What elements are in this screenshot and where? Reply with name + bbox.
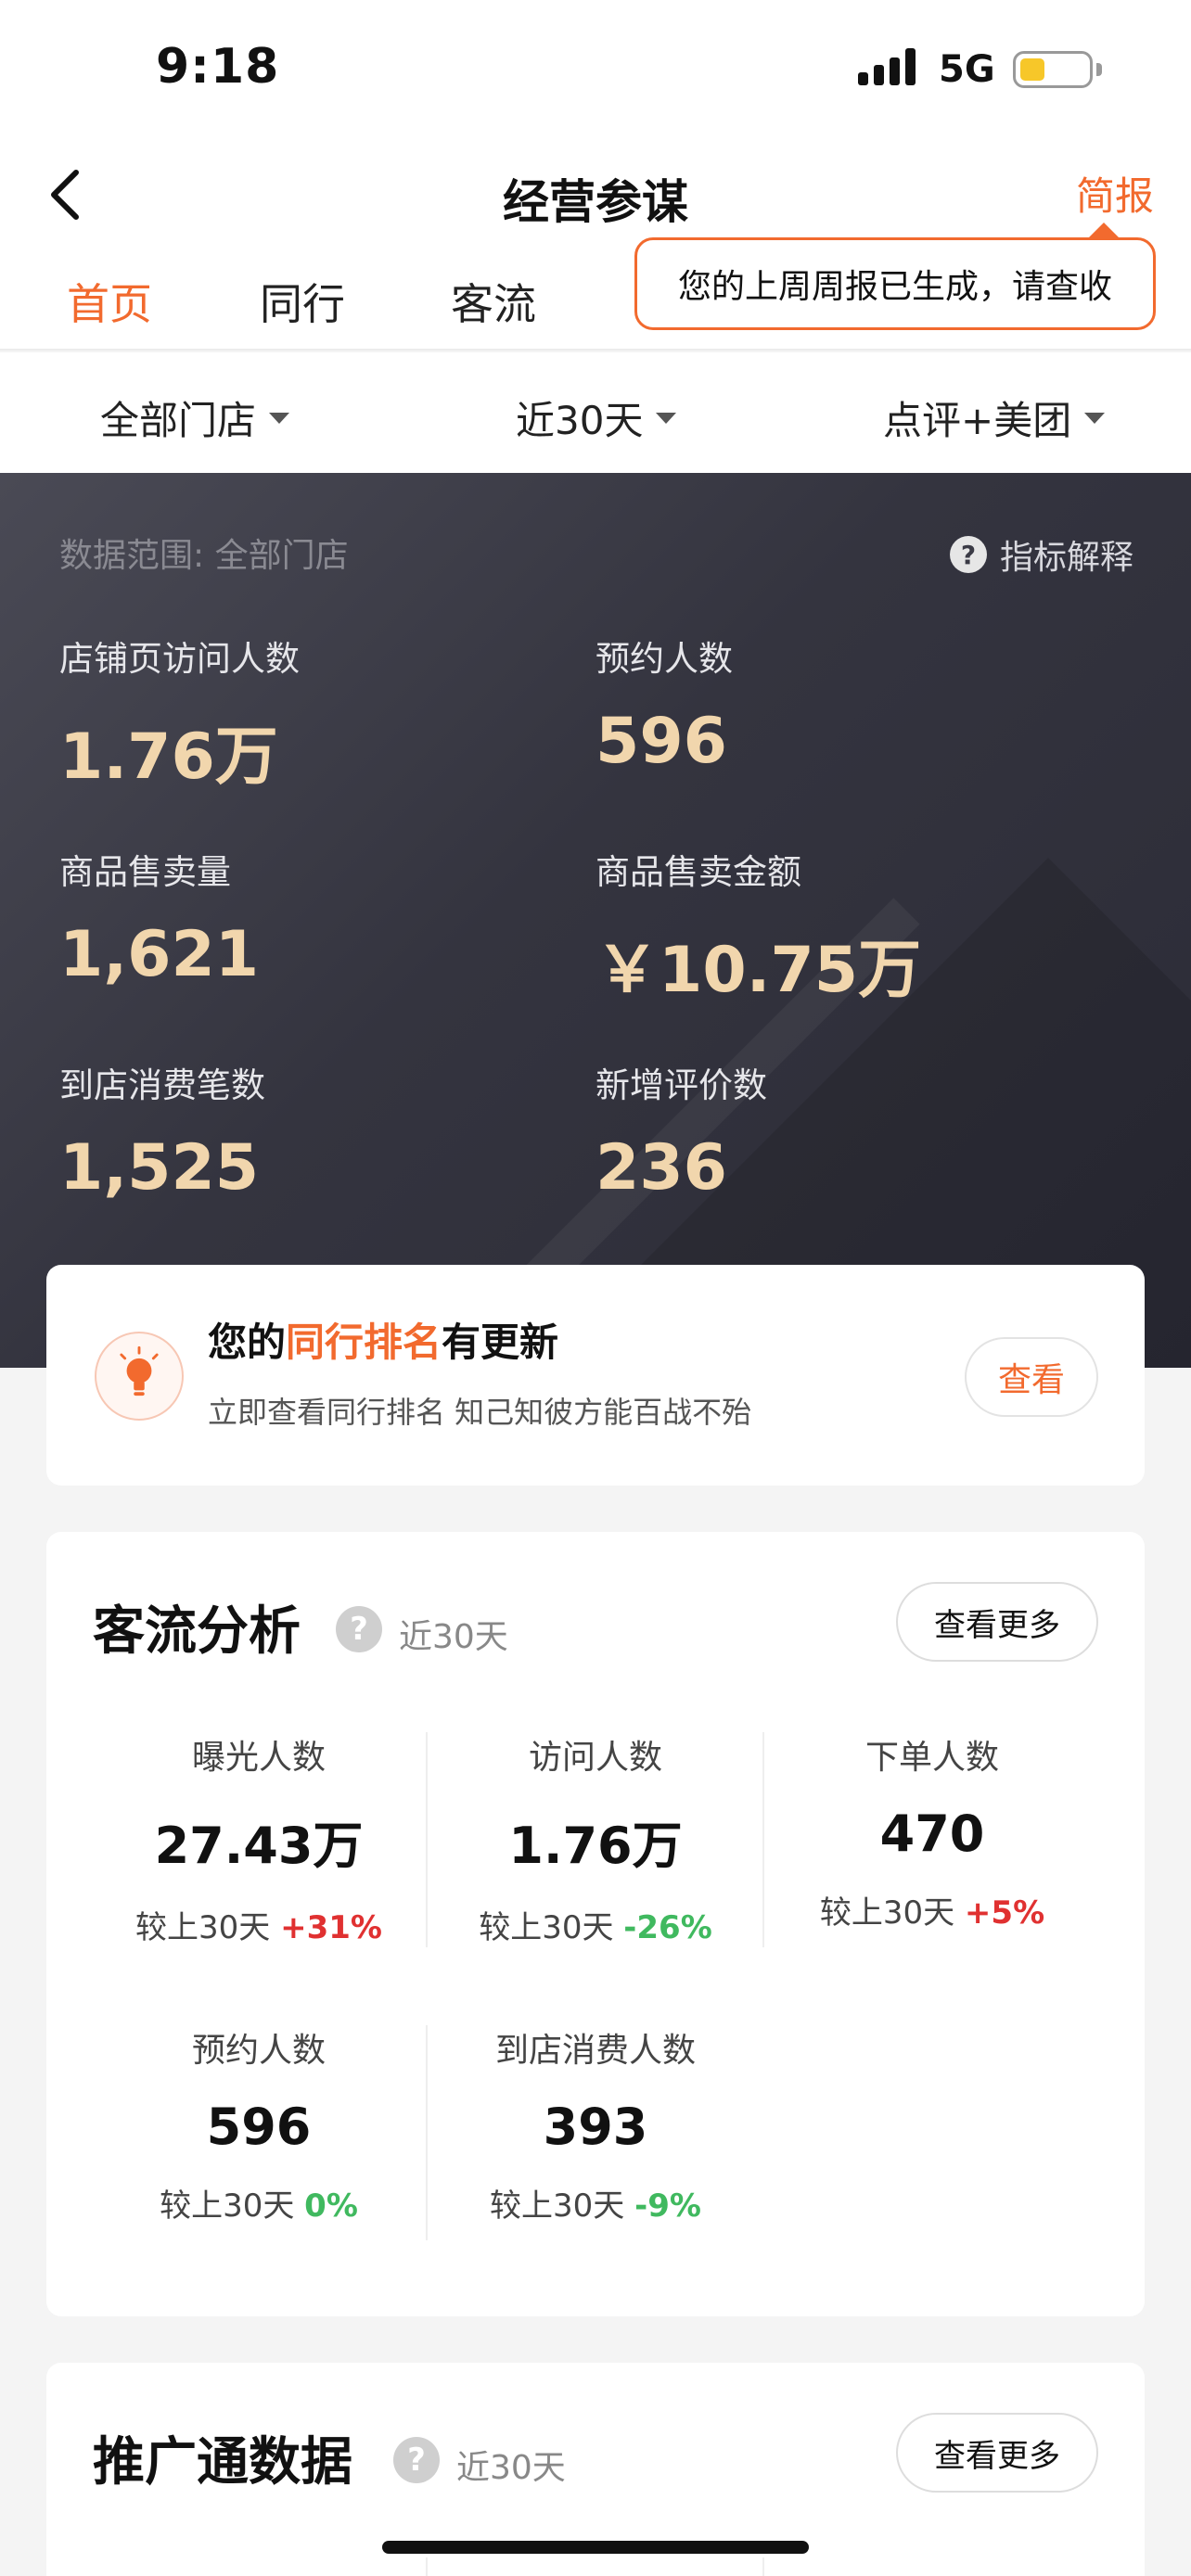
tab-peers[interactable]: 同行 xyxy=(260,271,345,332)
store-filter-label: 全部门店 xyxy=(100,398,257,443)
stat-cell: 预约人数 596 较上30天 0% xyxy=(91,2023,427,2225)
metric-explain-label: 指标解释 xyxy=(999,539,1133,577)
signal-icon xyxy=(858,48,916,85)
stat-cell: 到店消费人数 393 较上30天 -9% xyxy=(428,2023,763,2225)
metric-value: 1,621 xyxy=(59,918,260,991)
change-value: +5% xyxy=(964,1894,1045,1932)
nav-bar: 经营参谋 简报 xyxy=(0,139,1191,241)
promo-more-button[interactable]: 查看更多 xyxy=(896,2413,1098,2493)
divider xyxy=(426,2557,428,2576)
help-icon[interactable]: ? xyxy=(393,2437,440,2483)
data-scope-label: 数据范围: 全部门店 xyxy=(59,537,349,575)
metric-value: 236 xyxy=(596,1131,727,1205)
stat-cell: 曝光人数 27.43万 较上30天 +31% xyxy=(91,1730,427,1947)
stat-value: 470 xyxy=(879,1804,985,1863)
compare-label: 较上30天 xyxy=(490,2187,625,2225)
stat-value: 1.76万 xyxy=(508,1817,683,1875)
platform-filter[interactable]: 点评+美团 xyxy=(883,389,1106,446)
change-value: +31% xyxy=(280,1909,382,1946)
stat-value: 596 xyxy=(206,2098,312,2156)
metric-value: ￥10.75万 xyxy=(596,934,922,1007)
stat-compare: 较上30天 +31% xyxy=(91,1902,427,1947)
battery-icon xyxy=(1013,51,1093,88)
tab-home[interactable]: 首页 xyxy=(67,271,152,332)
weekly-report-tooltip[interactable]: 您的上周周报已生成，请查收 xyxy=(634,237,1156,330)
rank-title-pre: 您的 xyxy=(208,1320,287,1365)
store-filter[interactable]: 全部门店 xyxy=(100,389,290,446)
network-type: 5G xyxy=(939,48,995,91)
compare-label: 较上30天 xyxy=(819,1894,955,1932)
stat-cell: 访问人数 1.76万 较上30天 -26% xyxy=(428,1730,763,1947)
stat-label: 预约人数 xyxy=(191,2032,326,2070)
metric-label: 预约人数 xyxy=(596,639,733,679)
peer-rank-title: 您的同行排名有更新 xyxy=(208,1311,558,1368)
platform-filter-label: 点评+美团 xyxy=(883,398,1072,443)
view-rank-button[interactable]: 查看 xyxy=(965,1337,1098,1417)
change-value: -9% xyxy=(634,2187,701,2225)
stat-value: 27.43万 xyxy=(154,1817,364,1875)
page-title: 经营参谋 xyxy=(503,175,688,229)
battery-tip xyxy=(1096,63,1102,76)
caret-down-icon xyxy=(656,412,677,424)
promo-period: 近30天 xyxy=(456,2449,566,2487)
period-filter[interactable]: 近30天 xyxy=(516,389,677,446)
compare-label: 较上30天 xyxy=(160,2187,295,2225)
divider xyxy=(762,2557,764,2576)
stat-compare: 较上30天 -26% xyxy=(428,1902,763,1947)
compare-label: 较上30天 xyxy=(479,1909,614,1946)
stat-compare: 较上30天 -9% xyxy=(428,2180,763,2225)
question-icon: ? xyxy=(949,536,987,573)
peer-rank-subtitle: 立即查看同行排名 知己知彼方能百战不殆 xyxy=(208,1395,752,1430)
peer-rank-card[interactable]: 您的同行排名有更新 立即查看同行排名 知己知彼方能百战不殆 查看 xyxy=(46,1265,1145,1486)
stat-label: 下单人数 xyxy=(864,1739,999,1777)
period-filter-label: 近30天 xyxy=(516,398,644,443)
metric-label: 新增评价数 xyxy=(596,1065,767,1105)
stat-label: 曝光人数 xyxy=(191,1739,326,1777)
rank-title-highlight: 同行排名 xyxy=(286,1320,442,1365)
caret-down-icon xyxy=(269,412,290,424)
stat-value: 393 xyxy=(543,2098,648,2156)
brief-report-link[interactable]: 简报 xyxy=(1076,165,1154,222)
metric-value: 1,525 xyxy=(59,1131,260,1205)
filter-bar: 全部门店 近30天 点评+美团 xyxy=(0,352,1191,473)
traffic-period: 近30天 xyxy=(399,1618,508,1656)
traffic-analysis-card: 客流分析 ? 近30天 查看更多 曝光人数 27.43万 较上30天 +31% … xyxy=(46,1532,1145,2316)
stat-cell: 下单人数 470 较上30天 +5% xyxy=(764,1730,1100,1932)
promo-card-title: 推广通数据 xyxy=(93,2432,352,2493)
stat-label: 访问人数 xyxy=(528,1739,662,1777)
help-icon[interactable]: ? xyxy=(336,1606,382,1652)
metric-explain-link[interactable]: ? 指标解释 xyxy=(949,530,1133,579)
metric-value: 596 xyxy=(596,705,727,778)
change-value: 0% xyxy=(304,2187,358,2225)
metric-label: 商品售卖量 xyxy=(59,852,231,892)
stat-compare: 较上30天 0% xyxy=(91,2180,427,2225)
metric-value: 1.76万 xyxy=(59,721,278,794)
metric-label: 到店消费笔数 xyxy=(59,1065,265,1105)
traffic-more-button[interactable]: 查看更多 xyxy=(896,1582,1098,1662)
compare-label: 较上30天 xyxy=(135,1909,271,1946)
home-indicator[interactable] xyxy=(382,2541,809,2554)
metric-label: 商品售卖金额 xyxy=(596,852,801,892)
lightbulb-icon xyxy=(95,1332,184,1421)
tab-traffic[interactable]: 客流 xyxy=(451,271,536,332)
status-time: 9:18 xyxy=(156,39,280,95)
traffic-card-title: 客流分析 xyxy=(93,1601,301,1662)
rank-title-post: 有更新 xyxy=(442,1320,559,1365)
caret-down-icon xyxy=(1084,412,1106,424)
status-bar: 9:18 5G xyxy=(0,0,1191,139)
metric-label: 店铺页访问人数 xyxy=(59,639,300,679)
change-value: -26% xyxy=(623,1909,712,1946)
overview-panel: 数据范围: 全部门店 ? 指标解释 店铺页访问人数 1.76万 预约人数 596… xyxy=(0,473,1191,1368)
stat-compare: 较上30天 +5% xyxy=(764,1887,1100,1932)
stat-label: 到店消费人数 xyxy=(494,2032,696,2070)
